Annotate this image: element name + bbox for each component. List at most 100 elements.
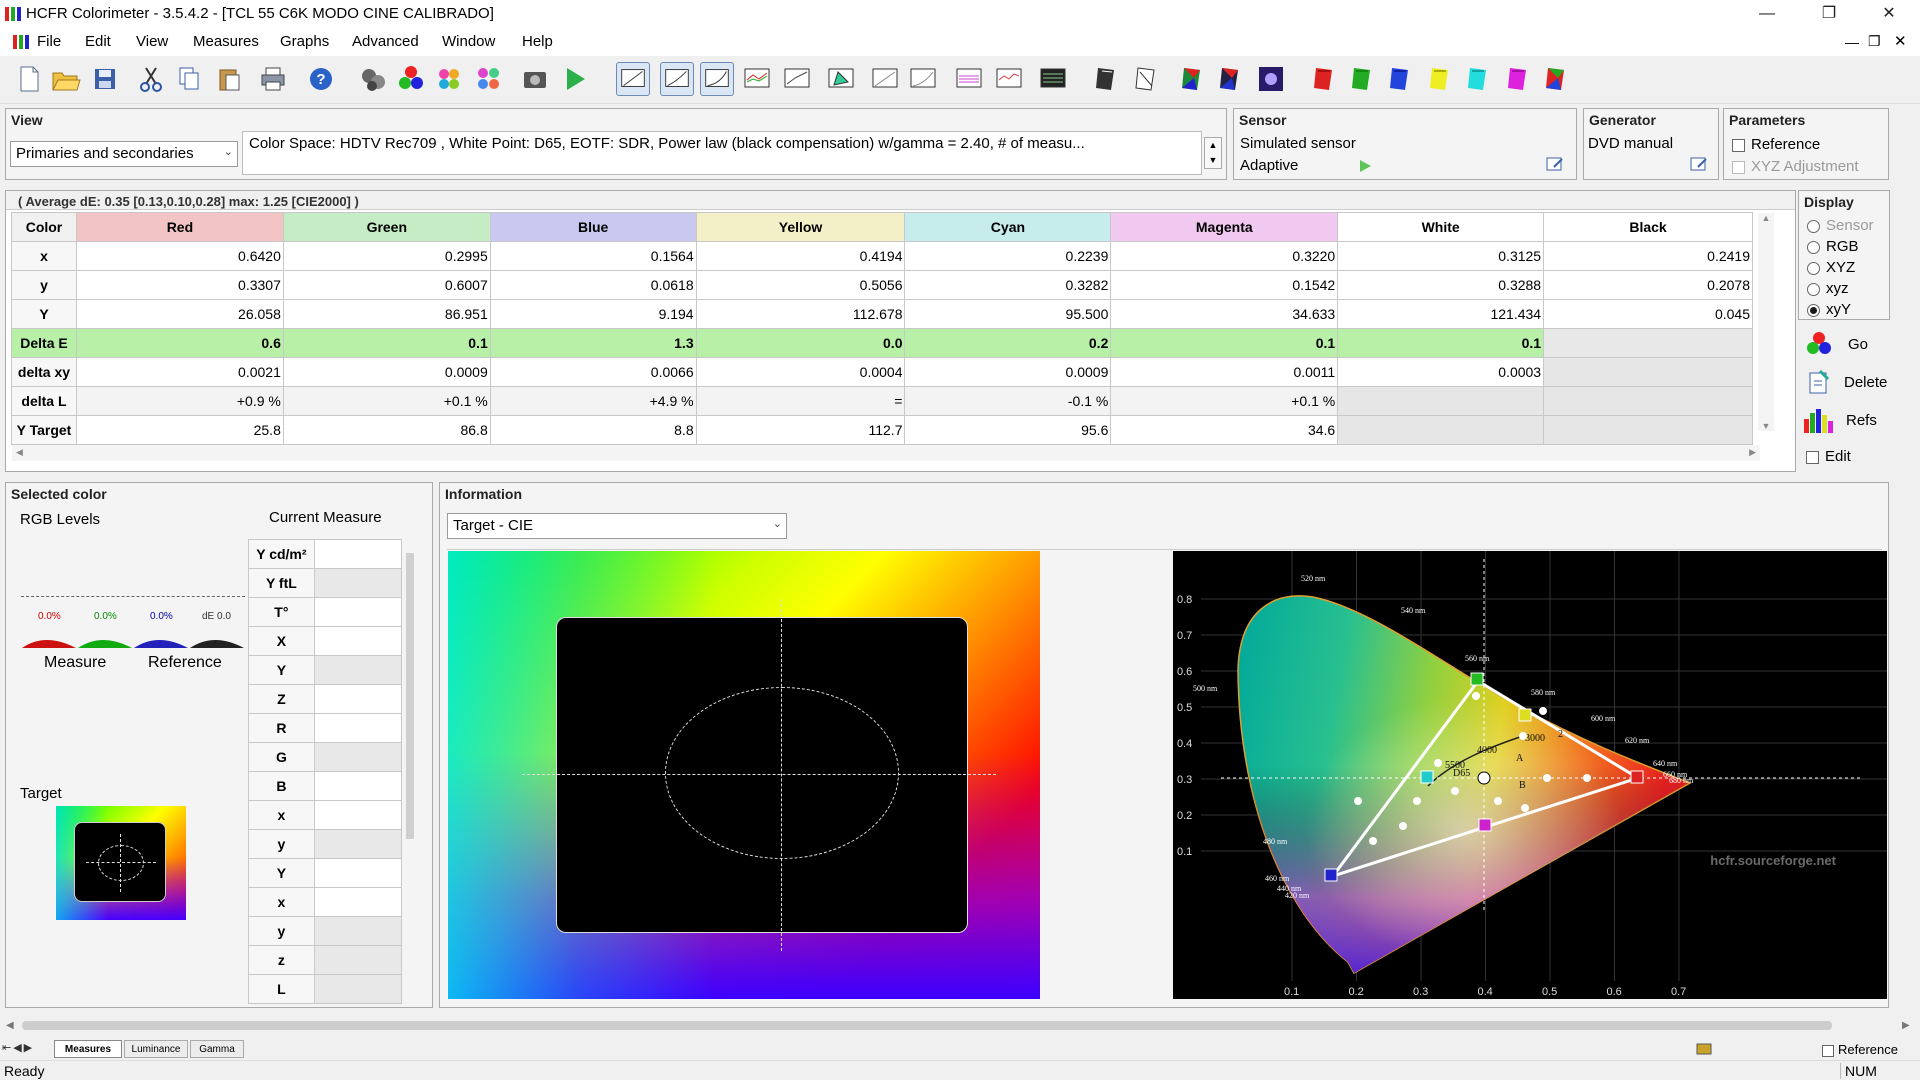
cell-white[interactable]: 0.3288 <box>1337 270 1545 300</box>
all-saturation-icon[interactable] <box>1540 62 1574 96</box>
near-black-measure-icon[interactable] <box>1130 62 1164 96</box>
info-spin-buttons[interactable]: ▲ ▼ <box>1204 137 1222 169</box>
cell-white[interactable]: 0.1 <box>1337 328 1545 358</box>
cell-yellow[interactable]: 0.0 <box>695 328 906 358</box>
cell-magenta[interactable]: 0.1 <box>1110 328 1339 358</box>
cell-black[interactable]: 0.045 <box>1543 299 1753 329</box>
radio-button[interactable] <box>1807 303 1820 317</box>
display-option-xyz[interactable]: xyz <box>1807 280 1874 301</box>
tab-luminance[interactable]: Luminance <box>124 1040 188 1058</box>
cell-red[interactable]: +0.9 % <box>75 386 284 416</box>
cell-black[interactable] <box>1543 357 1753 387</box>
cell-green[interactable]: 0.2995 <box>282 241 491 271</box>
magenta-saturation-icon[interactable] <box>1502 62 1536 96</box>
tab-navigation-buttons[interactable]: ⇤◀▶ <box>2 1041 50 1057</box>
saturation-icon[interactable] <box>472 62 506 96</box>
cie-graph-icon[interactable] <box>824 62 858 96</box>
cell-green[interactable]: 0.6007 <box>282 270 491 300</box>
blue-saturation-icon[interactable] <box>1384 62 1418 96</box>
column-header-cyan[interactable]: Cyan <box>904 212 1112 242</box>
cell-blue[interactable]: 8.8 <box>489 415 697 445</box>
cell-red[interactable]: 0.6 <box>75 328 284 358</box>
cell-blue[interactable]: 9.194 <box>489 299 697 329</box>
cyan-saturation-icon[interactable] <box>1462 62 1496 96</box>
view-1-icon[interactable] <box>616 62 650 96</box>
cell-red[interactable]: 0.0021 <box>75 357 284 387</box>
cell-magenta[interactable]: 0.3220 <box>1110 241 1339 271</box>
cell-cyan[interactable]: 0.0009 <box>904 357 1112 387</box>
radio-button[interactable] <box>1807 240 1820 254</box>
mdi-close-button[interactable]: ✕ <box>1894 32 1907 50</box>
cell-cyan[interactable]: 0.2239 <box>904 241 1112 271</box>
edit-checkbox[interactable]: Edit <box>1806 448 1851 465</box>
cell-cyan[interactable]: -0.1 % <box>904 386 1112 416</box>
view-2-icon[interactable] <box>660 62 694 96</box>
cell-yellow[interactable]: 0.5056 <box>695 270 906 300</box>
gray-graph-icon[interactable] <box>780 62 814 96</box>
cell-black[interactable]: 0.2078 <box>1543 270 1753 300</box>
cell-red[interactable]: 26.058 <box>75 299 284 329</box>
run-play-icon[interactable] <box>558 62 592 96</box>
menu-file[interactable]: File <box>37 33 61 50</box>
cell-yellow[interactable]: 112.7 <box>695 415 906 445</box>
cell-yellow[interactable]: 0.4194 <box>695 241 906 271</box>
table-horizontal-scrollbar[interactable]: ◀ ▶ <box>12 445 1760 461</box>
cell-black[interactable] <box>1543 386 1753 416</box>
cell-black[interactable] <box>1543 415 1753 445</box>
column-header-blue[interactable]: Blue <box>489 212 697 242</box>
status-reference-checkbox[interactable]: Reference <box>1822 1042 1898 1057</box>
camera-icon[interactable] <box>518 62 552 96</box>
rgb-patterns-icon[interactable] <box>394 62 428 96</box>
display-option-xyz[interactable]: XYZ <box>1807 259 1874 280</box>
luminance-graph-icon[interactable] <box>868 62 902 96</box>
tab-measures[interactable]: Measures <box>54 1040 122 1058</box>
sensor-probe-icon[interactable] <box>356 62 390 96</box>
yellow-saturation-icon[interactable] <box>1424 62 1458 96</box>
radio-button[interactable] <box>1807 219 1820 233</box>
minimize-button[interactable]: — <box>1744 0 1790 28</box>
reference-checkbox[interactable]: Reference <box>1732 136 1820 153</box>
mdi-minimize-button[interactable]: — <box>1845 34 1859 50</box>
cell-red[interactable]: 0.3307 <box>75 270 284 300</box>
color-temp-graph-icon[interactable] <box>992 62 1026 96</box>
menu-graphs[interactable]: Graphs <box>280 33 329 50</box>
generator-config-icon[interactable] <box>1689 155 1709 175</box>
cut-icon[interactable] <box>134 62 168 96</box>
refs-button[interactable]: Refs <box>1800 403 1890 437</box>
cell-green[interactable]: 86.951 <box>282 299 491 329</box>
menu-window[interactable]: Window <box>442 33 495 50</box>
grayscale-measure-icon[interactable] <box>1090 62 1124 96</box>
column-header-white[interactable]: White <box>1337 212 1545 242</box>
radio-button[interactable] <box>1807 282 1820 296</box>
menu-measures[interactable]: Measures <box>193 33 259 50</box>
cell-blue[interactable]: 0.0618 <box>489 270 697 300</box>
cell-white[interactable]: 121.434 <box>1337 299 1545 329</box>
close-button[interactable]: ✕ <box>1866 0 1912 28</box>
cell-yellow[interactable]: 112.678 <box>695 299 906 329</box>
contrast-measure-icon[interactable] <box>1254 62 1288 96</box>
go-button[interactable]: Go <box>1800 327 1890 361</box>
primaries-measure-icon[interactable] <box>1176 62 1210 96</box>
cell-cyan[interactable]: 95.6 <box>904 415 1112 445</box>
sensor-play-icon[interactable] <box>1358 159 1372 173</box>
tab-gamma[interactable]: Gamma <box>190 1040 244 1058</box>
delete-button[interactable]: Delete <box>1800 365 1890 399</box>
cell-white[interactable]: 0.0003 <box>1337 357 1545 387</box>
mdi-restore-button[interactable]: ❐ <box>1868 33 1881 50</box>
main-horizontal-scrollbar[interactable]: ◀ ▶ <box>0 1016 1920 1036</box>
display-option-sensor[interactable]: Sensor <box>1807 217 1874 238</box>
open-folder-icon[interactable] <box>48 62 82 96</box>
cell-cyan[interactable]: 0.3282 <box>904 270 1112 300</box>
column-header-green[interactable]: Green <box>282 212 491 242</box>
cell-blue[interactable]: 0.1564 <box>489 241 697 271</box>
print-icon[interactable] <box>256 62 290 96</box>
new-document-icon[interactable] <box>12 62 46 96</box>
cell-white[interactable] <box>1337 415 1545 445</box>
display-option-rgb[interactable]: RGB <box>1807 238 1874 259</box>
display-option-xyy[interactable]: xyY <box>1807 301 1874 322</box>
cell-green[interactable]: 0.1 <box>282 328 491 358</box>
menu-view[interactable]: View <box>136 33 168 50</box>
green-saturation-icon[interactable] <box>1346 62 1380 96</box>
sensor-config-icon[interactable] <box>1545 155 1565 175</box>
paste-icon[interactable] <box>212 62 246 96</box>
